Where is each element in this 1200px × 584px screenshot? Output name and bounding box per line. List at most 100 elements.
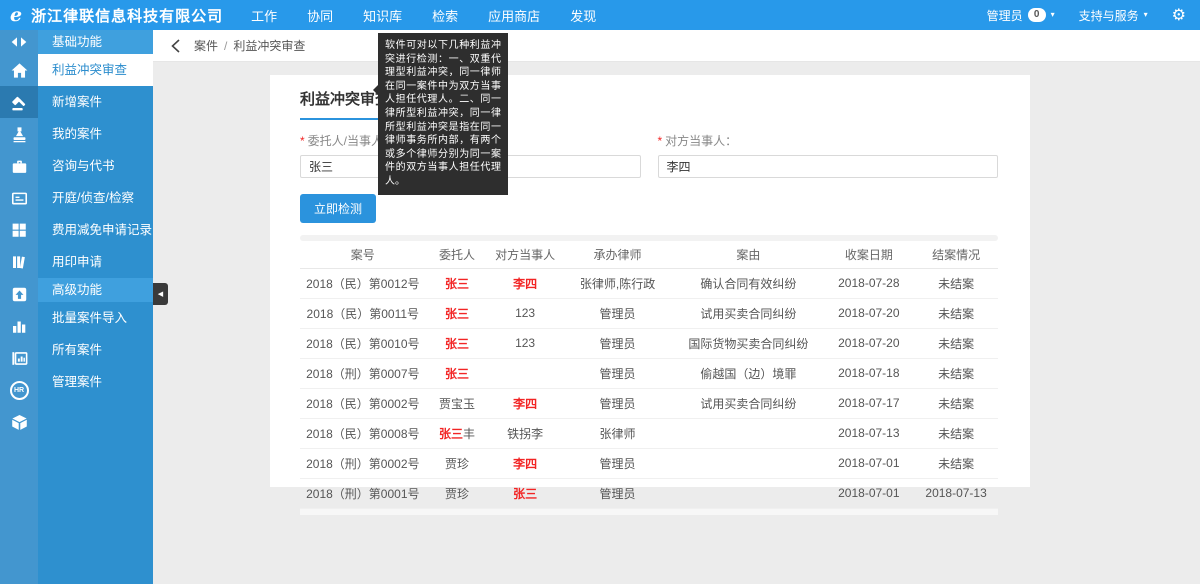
cell-start-date: 2018-07-20 — [823, 298, 914, 328]
sidebar-collapse-tab[interactable]: ◀ — [153, 283, 168, 305]
notification-badge: 0 — [1028, 8, 1046, 22]
table-row: 2018（刑）第0007号 张三 管理员 偷越国（边）境罪 2018-07-18… — [300, 358, 998, 388]
cell-start-date: 2018-07-17 — [823, 388, 914, 418]
books-icon[interactable] — [0, 246, 38, 278]
opponent-field-group: *对方当事人： — [658, 132, 999, 178]
sidebar-group-advanced: 批量案件导入所有案件管理案件 — [38, 302, 153, 398]
topbar: e 浙江律联信息科技有限公司 工作协同知识库检索应用商店发现 管理员 0 ▾ 支… — [0, 0, 1200, 30]
cell-client: 贾珍 — [426, 448, 489, 478]
app-logo-icon: e — [10, 0, 22, 30]
breadcrumb: 案件 / 利益冲突审查 — [153, 30, 1200, 62]
cell-opponent: 123 — [488, 328, 561, 358]
cell-case-no: 2018（民）第0012号 — [300, 268, 426, 298]
cell-opponent: 李四 — [488, 388, 561, 418]
sidebar-section-basic: 基础功能 — [38, 30, 153, 54]
sidebar-menu-item[interactable]: 批量案件导入 — [38, 302, 153, 334]
cell-cause — [673, 478, 823, 508]
cell-opponent: 张三 — [488, 478, 561, 508]
cell-lawyer: 管理员 — [562, 328, 674, 358]
cell-client: 张三 — [426, 328, 489, 358]
topbar-nav-item[interactable]: 应用商店 — [488, 6, 540, 25]
tooltip-arrow-icon — [373, 85, 378, 95]
icon-sidebar: HR — [0, 30, 38, 584]
sidebar-menu-item[interactable]: 管理案件 — [38, 366, 153, 398]
sidebar-menu-item[interactable]: 用印申请 — [38, 246, 153, 278]
cell-client: 张三 — [426, 268, 489, 298]
opponent-input[interactable] — [658, 155, 999, 178]
sidebar-menu-item[interactable]: 开庭/侦查/检察 — [38, 182, 153, 214]
sidebar-menu-item[interactable]: 利益冲突审查 — [38, 54, 153, 86]
topbar-nav-item[interactable]: 协同 — [307, 6, 333, 25]
table-bottom-divider — [300, 509, 998, 515]
gavel-icon[interactable] — [0, 86, 38, 118]
cell-lawyer: 张律师,陈行政 — [562, 268, 674, 298]
support-menu[interactable]: 支持与服务 ▾ — [1079, 7, 1148, 24]
bar-chart-icon[interactable] — [0, 310, 38, 342]
briefcase-icon[interactable] — [0, 150, 38, 182]
cell-cause: 偷越国（边）境罪 — [673, 358, 823, 388]
required-asterisk: * — [658, 134, 663, 148]
gear-icon[interactable]: ⚙ — [1172, 5, 1186, 25]
cell-start-date: 2018-07-18 — [823, 358, 914, 388]
cell-close-status: 未结案 — [914, 388, 998, 418]
cell-opponent: 李四 — [488, 448, 561, 478]
topbar-nav-item[interactable]: 知识库 — [363, 6, 402, 25]
cell-close-status: 未结案 — [914, 268, 998, 298]
home-icon[interactable] — [0, 54, 38, 86]
hr-badge-label: HR — [10, 381, 29, 400]
tooltip-text: 软件可对以下几种利益冲突进行检测：一、双重代理型利益冲突，同一律师在同一案件中为… — [385, 40, 501, 187]
cell-start-date: 2018-07-01 — [823, 448, 914, 478]
cell-case-no: 2018（民）第0002号 — [300, 388, 426, 418]
breadcrumb-section[interactable]: 案件 — [194, 37, 218, 54]
opponent-field-label: *对方当事人： — [658, 132, 999, 149]
cell-case-no: 2018（刑）第0002号 — [300, 448, 426, 478]
sidebar-menu-item[interactable]: 费用减免申请记录 — [38, 214, 153, 246]
topbar-nav: 工作 协同 知识库 检索 应用商店 发现 — [251, 6, 596, 25]
app-grid-icon[interactable] — [0, 214, 38, 246]
package-cube-icon[interactable] — [0, 406, 38, 438]
column-header: 委托人 — [426, 241, 489, 268]
sidebar-collapse-arrows-icon[interactable] — [0, 30, 38, 54]
cell-case-no: 2018（民）第0010号 — [300, 328, 426, 358]
results-table: 案号委托人对方当事人承办律师案由收案日期结案情况 2018（民）第0012号 张… — [300, 241, 998, 509]
stamp-icon[interactable] — [0, 118, 38, 150]
cell-opponent: 李四 — [488, 268, 561, 298]
user-menu[interactable]: 管理员 0 ▾ — [987, 7, 1055, 24]
cell-close-status: 未结案 — [914, 328, 998, 358]
sidebar-section-advanced: 高级功能 — [38, 278, 153, 302]
topbar-right: 管理员 0 ▾ 支持与服务 ▾ ⚙ — [987, 5, 1186, 25]
required-asterisk: * — [300, 134, 305, 148]
back-icon[interactable] — [171, 39, 180, 53]
cell-close-status: 未结案 — [914, 448, 998, 478]
cell-cause: 试用买卖合同纠纷 — [673, 388, 823, 418]
breadcrumb-current: 利益冲突审查 — [233, 37, 305, 54]
topbar-nav-item[interactable]: 检索 — [432, 6, 458, 25]
cell-client: 张三 — [426, 358, 489, 388]
info-tooltip: 软件可对以下几种利益冲突进行检测：一、双重代理型利益冲突，同一律师在同一案件中为… — [378, 33, 508, 195]
upload-box-icon[interactable] — [0, 278, 38, 310]
cell-lawyer: 管理员 — [562, 388, 674, 418]
table-row: 2018（民）第0011号 张三 123 管理员 试用买卖合同纠纷 2018-0… — [300, 298, 998, 328]
table-row: 2018（民）第0008号 张三丰 铁拐李 张律师 2018-07-13 未结案 — [300, 418, 998, 448]
cell-case-no: 2018（刑）第0001号 — [300, 478, 426, 508]
cell-case-no: 2018（民）第0011号 — [300, 298, 426, 328]
table-body: 2018（民）第0012号 张三 李四 张律师,陈行政 确认合同有效纠纷 201… — [300, 268, 998, 508]
cell-client: 张三丰 — [426, 418, 489, 448]
topbar-nav-item[interactable]: 发现 — [570, 6, 596, 25]
cell-cause: 确认合同有效纠纷 — [673, 268, 823, 298]
cell-cause: 试用买卖合同纠纷 — [673, 298, 823, 328]
id-card-icon[interactable] — [0, 182, 38, 214]
cell-client: 贾宝玉 — [426, 388, 489, 418]
sidebar-menu-item[interactable]: 咨询与代书 — [38, 150, 153, 182]
cell-opponent: 铁拐李 — [488, 418, 561, 448]
hr-badge-icon[interactable]: HR — [0, 374, 38, 406]
collapse-arrow-icon: ◀ — [158, 290, 163, 298]
sidebar-menu-item[interactable]: 新增案件 — [38, 86, 153, 118]
cell-lawyer: 管理员 — [562, 478, 674, 508]
report-board-icon[interactable] — [0, 342, 38, 374]
topbar-nav-item[interactable]: 工作 — [251, 6, 277, 25]
sidebar-menu: 基础功能 利益冲突审查新增案件我的案件咨询与代书开庭/侦查/检察费用减免申请记录… — [38, 30, 153, 584]
sidebar-menu-item[interactable]: 我的案件 — [38, 118, 153, 150]
check-now-button[interactable]: 立即检测 — [300, 194, 376, 223]
sidebar-menu-item[interactable]: 所有案件 — [38, 334, 153, 366]
